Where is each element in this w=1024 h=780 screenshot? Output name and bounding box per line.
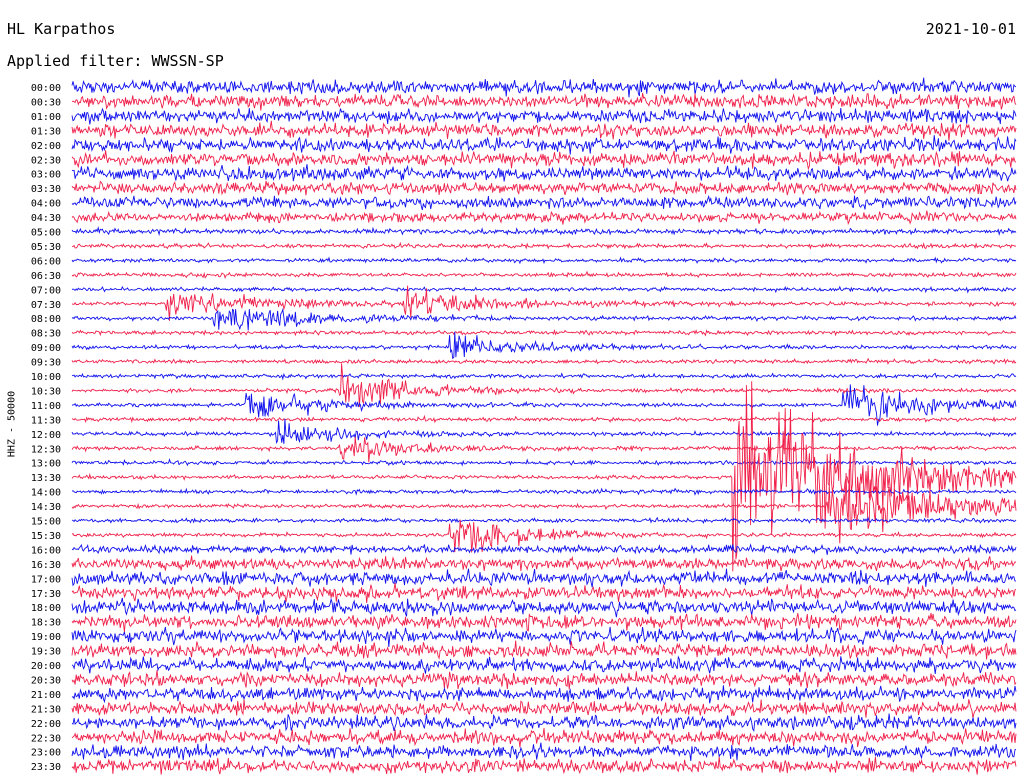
time-label: 20:30	[31, 675, 61, 686]
time-label: 04:30	[31, 213, 61, 224]
seismic-trace	[71, 180, 1017, 196]
seismic-trace	[71, 640, 1017, 660]
time-label: 03:30	[31, 184, 61, 195]
time-label: 05:00	[31, 228, 61, 239]
time-label: 02:30	[31, 155, 61, 166]
time-label: 15:30	[31, 531, 61, 542]
seismic-trace	[71, 655, 1017, 674]
time-label: 03:00	[31, 170, 61, 181]
seismic-trace	[71, 756, 1017, 775]
seismic-trace	[71, 307, 1017, 331]
seismic-trace	[71, 150, 1017, 171]
time-label: 20:00	[31, 661, 61, 672]
seismic-trace	[71, 120, 1017, 141]
time-label: 08:00	[31, 314, 61, 325]
seismic-trace	[71, 469, 1017, 544]
time-label: 00:00	[31, 83, 61, 94]
seismic-trace	[71, 727, 1017, 748]
seismic-trace	[71, 699, 1017, 719]
time-label: 12:00	[31, 430, 61, 441]
time-label: 22:00	[31, 719, 61, 730]
seismic-trace	[71, 612, 1017, 633]
time-label: 11:00	[31, 401, 61, 412]
seismic-trace	[71, 568, 1017, 588]
time-label: 07:30	[31, 300, 61, 311]
time-label: 21:30	[31, 704, 61, 715]
seismic-trace	[71, 135, 1017, 155]
seismic-trace	[71, 256, 1017, 265]
seismic-trace	[71, 685, 1017, 704]
seismic-trace	[71, 543, 1017, 555]
seismic-trace	[71, 372, 1017, 381]
seismic-trace	[71, 363, 1017, 407]
time-label: 19:30	[31, 647, 61, 658]
seismic-trace	[71, 241, 1017, 250]
seismic-trace	[71, 285, 1017, 294]
seismic-trace	[71, 381, 1017, 572]
seismic-trace	[71, 555, 1017, 572]
time-label: 21:00	[31, 690, 61, 701]
time-label: 08:30	[31, 329, 61, 340]
helicorder-plot: 00:00 00:30 01:00 01:30 02:00 02:30 03:00 03:30…	[31, 77, 1017, 775]
seismic-trace	[71, 329, 1017, 337]
seismic-trace	[71, 92, 1017, 111]
seismic-trace	[71, 418, 1017, 444]
seismic-trace	[71, 582, 1017, 603]
time-label: 09:00	[31, 343, 61, 354]
seismic-trace	[71, 77, 1017, 98]
time-label: 06:30	[31, 271, 61, 282]
seismic-trace	[71, 331, 1017, 360]
seismic-trace	[71, 226, 1017, 237]
seismic-trace	[71, 458, 1017, 467]
time-label: 13:30	[31, 473, 61, 484]
time-label: 17:00	[31, 574, 61, 585]
time-label: 01:30	[31, 126, 61, 137]
seismic-trace	[71, 210, 1017, 226]
time-label: 15:00	[31, 517, 61, 528]
time-label: 04:00	[31, 199, 61, 210]
time-label: 13:00	[31, 459, 61, 470]
time-label: 17:30	[31, 589, 61, 600]
seismic-trace	[71, 597, 1017, 618]
time-label: 11:30	[31, 415, 61, 426]
time-label: 18:30	[31, 618, 61, 629]
time-label: 02:00	[31, 141, 61, 152]
time-label: 10:00	[31, 372, 61, 383]
seismic-trace	[71, 516, 1017, 525]
seismic-trace	[71, 270, 1017, 279]
seismic-trace	[71, 164, 1017, 182]
time-label: 14:00	[31, 488, 61, 499]
seismic-trace	[71, 414, 1017, 424]
time-label: 18:00	[31, 603, 61, 614]
time-label: 23:00	[31, 748, 61, 759]
time-label: 23:30	[31, 762, 61, 773]
time-label: 10:30	[31, 386, 61, 397]
time-label: 00:30	[31, 97, 61, 108]
time-label: 14:30	[31, 502, 61, 513]
seismic-trace	[71, 626, 1017, 647]
time-label: 07:00	[31, 285, 61, 296]
time-label: 05:30	[31, 242, 61, 253]
time-label: 16:00	[31, 545, 61, 556]
time-label: 19:00	[31, 632, 61, 643]
time-label: 12:30	[31, 444, 61, 455]
time-label: 22:30	[31, 733, 61, 744]
seismic-trace	[71, 357, 1017, 365]
time-label: 16:30	[31, 560, 61, 571]
seismic-trace	[71, 436, 1017, 463]
time-label: 01:00	[31, 112, 61, 123]
seismic-trace	[71, 107, 1017, 125]
time-label: 06:00	[31, 256, 61, 267]
seismic-trace	[71, 670, 1017, 690]
seismic-trace	[71, 742, 1017, 761]
seismic-trace	[71, 194, 1017, 211]
time-label: 09:30	[31, 358, 61, 369]
